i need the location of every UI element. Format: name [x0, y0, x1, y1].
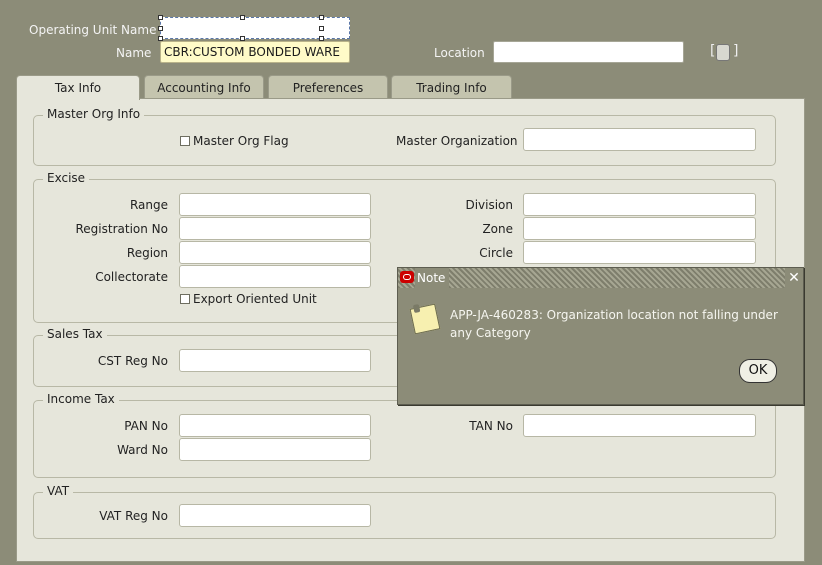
income-tax-title: Income Tax	[43, 392, 119, 406]
selection-handle	[319, 26, 324, 31]
tab-trading-info[interactable]: Trading Info	[391, 75, 512, 99]
income-tax-group: Income Tax	[33, 392, 776, 478]
descriptive-flexfield-button[interactable]: [ ]	[710, 42, 738, 62]
ward-no-field[interactable]	[179, 438, 371, 461]
master-organization-field[interactable]	[523, 128, 756, 151]
collectorate-field[interactable]	[179, 265, 371, 288]
division-label: Division	[465, 198, 513, 212]
vat-title: VAT	[43, 484, 74, 498]
zone-label: Zone	[482, 222, 513, 236]
range-field[interactable]	[179, 193, 371, 216]
tab-tax-info[interactable]: Tax Info	[16, 75, 140, 100]
bracket-right-icon: ]	[733, 43, 739, 59]
pan-no-label: PAN No	[124, 419, 168, 433]
dialog-title: Note	[415, 268, 450, 288]
pan-no-field[interactable]	[179, 414, 371, 437]
note-dialog: Note ✕ APP-JA-460283: Organization locat…	[397, 267, 804, 405]
selection-handle	[319, 15, 324, 20]
sales-tax-title: Sales Tax	[43, 327, 107, 341]
dialog-title-bar[interactable]: Note ✕	[398, 268, 803, 288]
close-icon[interactable]: ✕	[785, 268, 803, 288]
cst-reg-no-label: CST Reg No	[97, 354, 168, 368]
ok-button[interactable]: OK	[739, 359, 777, 383]
location-label: Location	[434, 46, 485, 60]
registration-no-label: Registration No	[75, 222, 169, 236]
selection-handle	[158, 15, 163, 20]
master-org-flag-label: Master Org Flag	[193, 134, 289, 148]
name-label: Name	[116, 46, 152, 60]
tab-accounting-info[interactable]: Accounting Info	[144, 75, 264, 99]
export-oriented-unit-label: Export Oriented Unit	[193, 292, 317, 306]
excise-title: Excise	[43, 171, 90, 185]
range-label: Range	[129, 198, 168, 212]
region-field[interactable]	[179, 241, 371, 264]
export-oriented-unit-checkbox[interactable]	[180, 294, 190, 304]
selection-handle	[240, 15, 245, 20]
location-field[interactable]	[493, 41, 684, 63]
selection-handle	[158, 26, 163, 31]
division-field[interactable]	[523, 193, 756, 216]
note-icon	[409, 303, 441, 335]
master-org-flag-checkbox[interactable]	[180, 136, 190, 146]
name-field[interactable]: CBR:CUSTOM BONDED WARE	[160, 41, 350, 63]
vat-reg-no-label: VAT Reg No	[99, 509, 168, 523]
master-org-title: Master Org Info	[43, 107, 145, 121]
oracle-logo-icon	[400, 271, 414, 283]
operating-unit-label: Operating Unit Name	[29, 23, 157, 37]
dialog-message: APP-JA-460283: Organization location not…	[450, 308, 778, 340]
ward-no-label: Ward No	[117, 443, 168, 457]
region-label: Region	[126, 246, 168, 260]
master-organization-label: Master Organization	[396, 134, 518, 148]
cst-reg-no-field[interactable]	[179, 349, 371, 372]
collectorate-label: Collectorate	[95, 270, 168, 284]
registration-no-field[interactable]	[179, 217, 371, 240]
tab-preferences[interactable]: Preferences	[268, 75, 388, 99]
bracket-left-icon: [	[710, 43, 716, 59]
tan-no-field[interactable]	[523, 414, 756, 437]
zone-field[interactable]	[523, 217, 756, 240]
flexfield-icon	[716, 44, 730, 61]
vat-reg-no-field[interactable]	[179, 504, 371, 527]
circle-label: Circle	[479, 246, 513, 260]
tan-no-label: TAN No	[469, 419, 513, 433]
circle-field[interactable]	[523, 241, 756, 264]
